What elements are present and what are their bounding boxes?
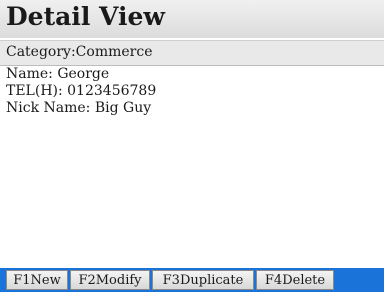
- category-label: Category:Commerce: [6, 44, 153, 60]
- title-bar: Detail View: [0, 0, 384, 38]
- softkey-bar: F1New F2Modify F3Duplicate F4Delete: [0, 268, 384, 292]
- detail-content: Name: George TEL(H): 0123456789 Nick Nam…: [0, 66, 384, 266]
- category-bar: Category:Commerce: [0, 40, 384, 66]
- duplicate-button[interactable]: F3Duplicate: [152, 270, 254, 290]
- page-title: Detail View: [6, 2, 165, 31]
- modify-button[interactable]: F2Modify: [70, 270, 150, 290]
- new-button[interactable]: F1New: [6, 270, 68, 290]
- nickname-field: Nick Name: Big Guy: [6, 100, 152, 116]
- tel-home-field: TEL(H): 0123456789: [6, 83, 157, 99]
- delete-button[interactable]: F4Delete: [256, 270, 334, 290]
- name-field: Name: George: [6, 66, 110, 82]
